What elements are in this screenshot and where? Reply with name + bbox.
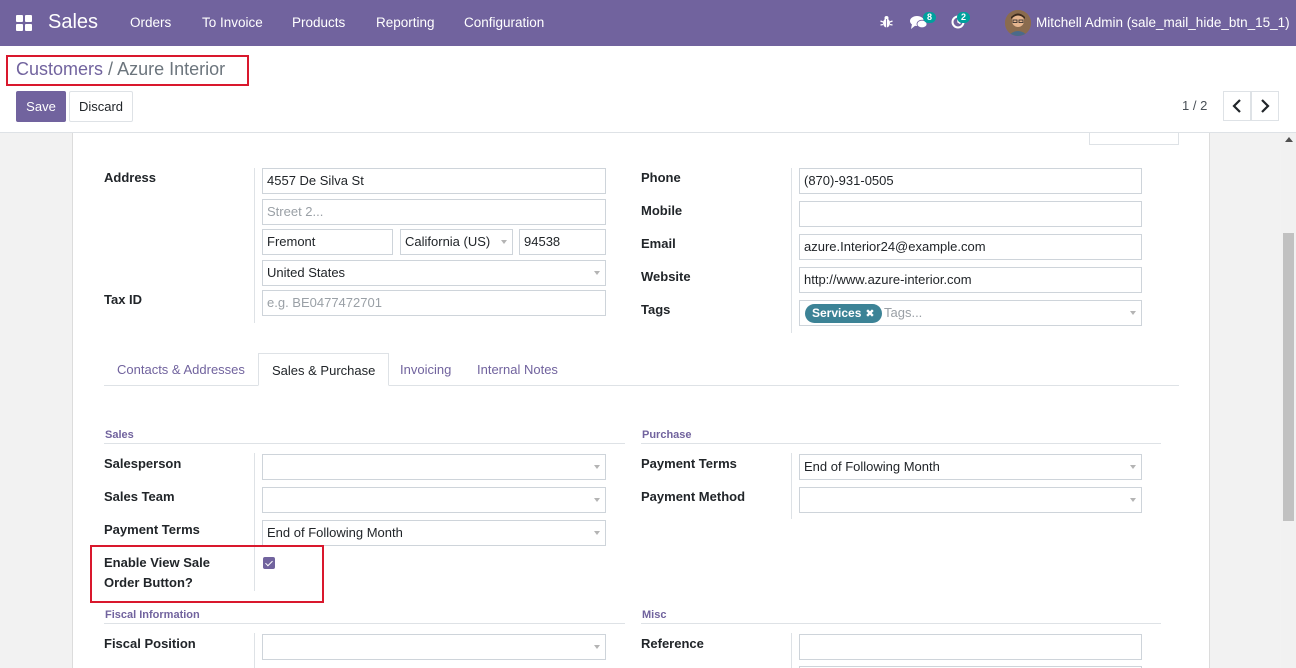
column-divider: [791, 168, 792, 333]
tab-invoicing[interactable]: Invoicing: [387, 353, 464, 386]
purchase-section-line: [641, 443, 1161, 444]
fiscal-section-title: Fiscal Information: [105, 609, 200, 621]
menu-products[interactable]: Products: [292, 15, 345, 30]
sales-team-select[interactable]: [262, 487, 606, 513]
chevron-down-icon: [501, 240, 507, 244]
sales-payment-terms-value: End of Following Month: [267, 525, 403, 540]
chevron-down-icon: [594, 645, 600, 649]
state-value: California (US): [405, 234, 491, 249]
chevron-down-icon: [1130, 465, 1136, 469]
tags-input[interactable]: Services ✖ Tags...: [799, 300, 1142, 326]
email-label: Email: [641, 236, 676, 251]
messages-badge: 8: [923, 12, 937, 23]
fiscal-position-label: Fiscal Position: [104, 636, 196, 651]
user-avatar[interactable]: [1005, 10, 1031, 36]
website-label: Website: [641, 269, 691, 284]
menu-to-invoice[interactable]: To Invoice: [202, 15, 263, 30]
apps-menu-icon[interactable]: [16, 15, 32, 31]
form-sheet: Address 4557 De Silva St Street 2... Fre…: [72, 133, 1210, 668]
debug-icon[interactable]: [880, 15, 893, 32]
tag-badge: Services ✖: [805, 304, 882, 323]
control-panel: Customers / Azure Interior Save Discard …: [0, 46, 1296, 133]
vertical-scrollbar[interactable]: [1281, 133, 1296, 668]
tax-id-input[interactable]: e.g. BE0477472701: [262, 290, 606, 316]
address-label: Address: [104, 170, 157, 185]
highlight-box-breadcrumb: [6, 55, 249, 86]
scrollbar-thumb[interactable]: [1283, 233, 1294, 521]
discard-button[interactable]: Discard: [69, 91, 133, 122]
tab-contacts-addresses[interactable]: Contacts & Addresses: [104, 353, 258, 386]
payment-method-select[interactable]: [799, 487, 1142, 513]
chevron-down-icon: [1130, 311, 1136, 315]
top-navbar: Sales Orders To Invoice Products Reporti…: [0, 0, 1296, 46]
website-input[interactable]: http://www.azure-interior.com: [799, 267, 1142, 293]
street2-input[interactable]: Street 2...: [262, 199, 606, 225]
purchase-payment-terms-select[interactable]: End of Following Month: [799, 454, 1142, 480]
sales-section-line: [104, 443, 625, 444]
close-icon[interactable]: ✖: [865, 308, 874, 320]
sales-payment-terms-select[interactable]: End of Following Month: [262, 520, 606, 546]
mobile-label: Mobile: [641, 203, 683, 218]
country-select[interactable]: United States: [262, 260, 606, 286]
scroll-up-arrow-icon[interactable]: [1285, 137, 1293, 142]
tax-id-label: Tax ID: [104, 292, 143, 307]
chevron-down-icon: [594, 271, 600, 275]
menu-reporting[interactable]: Reporting: [376, 15, 435, 30]
menu-orders[interactable]: Orders: [130, 15, 171, 30]
fiscal-section-line: [104, 623, 625, 624]
fiscal-position-select[interactable]: [262, 634, 606, 660]
chevron-down-icon: [594, 498, 600, 502]
purchase-payment-terms-value: End of Following Month: [804, 459, 940, 474]
purchase-payment-terms-label: Payment Terms: [641, 456, 737, 471]
chevron-down-icon: [1130, 498, 1136, 502]
activities-badge: 2: [957, 12, 971, 23]
pager-next-button[interactable]: [1251, 91, 1279, 121]
user-menu[interactable]: Mitchell Admin (sale_mail_hide_btn_15_1): [1036, 15, 1290, 30]
menu-configuration[interactable]: Configuration: [464, 15, 544, 30]
country-value: United States: [267, 265, 346, 280]
phone-label: Phone: [641, 170, 681, 185]
email-input[interactable]: azure.Interior24@example.com: [799, 234, 1142, 260]
button-box-stub: [1089, 133, 1179, 145]
sales-payment-terms-label: Payment Terms: [104, 522, 200, 537]
chevron-down-icon: [594, 531, 600, 535]
street-input[interactable]: 4557 De Silva St: [262, 168, 606, 194]
zip-input[interactable]: 94538: [519, 229, 606, 255]
save-button[interactable]: Save: [16, 91, 66, 122]
chevron-right-icon: [1261, 99, 1270, 113]
salesperson-label: Salesperson: [104, 456, 182, 471]
tags-label: Tags: [641, 302, 671, 317]
mobile-input[interactable]: [799, 201, 1142, 227]
column-divider: [791, 453, 792, 519]
city-input[interactable]: Fremont: [262, 229, 393, 255]
reference-label: Reference: [641, 636, 704, 651]
misc-section-title: Misc: [642, 609, 667, 621]
payment-method-label: Payment Method: [641, 489, 746, 504]
highlight-box-checkbox: [90, 545, 324, 603]
purchase-section-title: Purchase: [642, 429, 692, 441]
state-select[interactable]: California (US): [400, 229, 513, 255]
app-brand[interactable]: Sales: [48, 11, 98, 34]
column-divider: [254, 633, 255, 668]
sales-team-label: Sales Team: [104, 489, 175, 504]
chevron-down-icon: [594, 465, 600, 469]
tab-internal-notes[interactable]: Internal Notes: [464, 353, 571, 386]
chevron-left-icon: [1232, 99, 1241, 113]
column-divider: [791, 633, 792, 668]
column-divider: [254, 168, 255, 323]
misc-section-line: [641, 623, 1161, 624]
pager-previous-button[interactable]: [1223, 91, 1251, 121]
phone-input[interactable]: (870)-931-0505: [799, 168, 1142, 194]
tag-label: Services: [812, 306, 862, 320]
salesperson-select[interactable]: [262, 454, 606, 480]
tags-placeholder: Tags...: [884, 305, 923, 320]
tab-sales-purchase[interactable]: Sales & Purchase: [258, 353, 390, 386]
sales-section-title: Sales: [105, 429, 134, 441]
pager-value[interactable]: 1 / 2: [1182, 98, 1207, 113]
reference-input[interactable]: [799, 634, 1142, 660]
